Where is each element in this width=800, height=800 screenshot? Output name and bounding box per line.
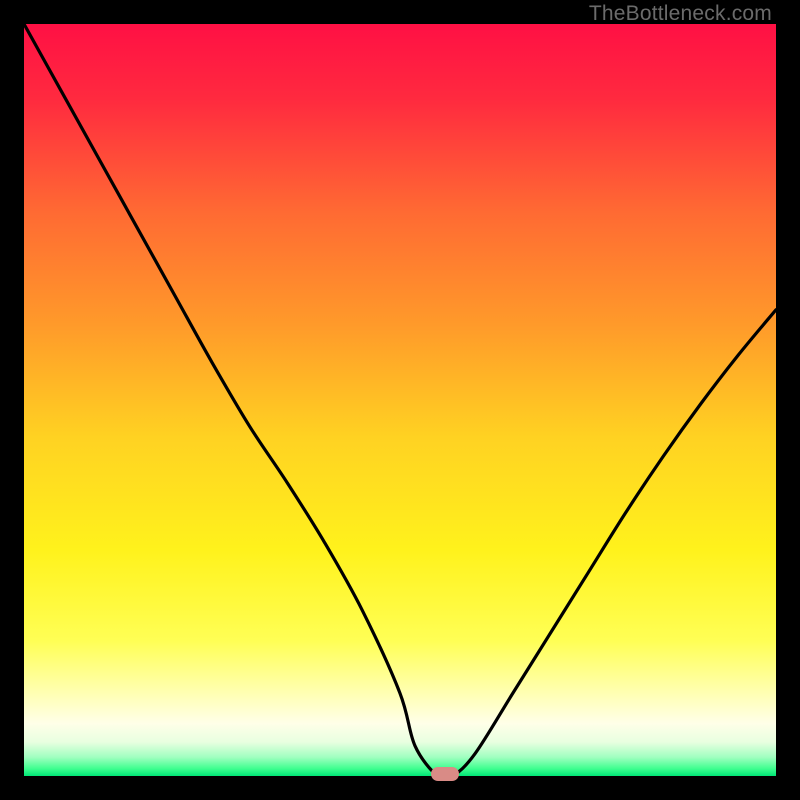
optimal-point-marker xyxy=(431,767,459,781)
watermark-text: TheBottleneck.com xyxy=(589,2,772,26)
chart-frame xyxy=(24,24,776,776)
bottleneck-curve xyxy=(24,24,776,776)
